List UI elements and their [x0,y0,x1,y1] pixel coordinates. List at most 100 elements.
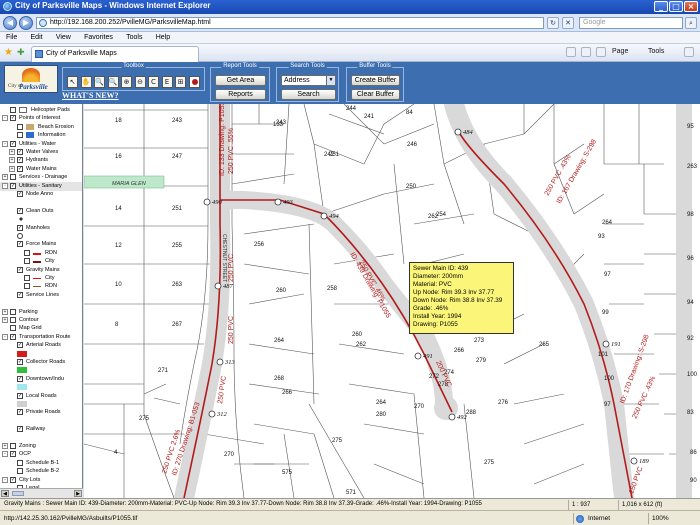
add-favorite-icon[interactable]: ✚ [17,48,25,58]
expand-icon[interactable]: + [9,165,15,172]
favorites-star-icon[interactable]: ★ [4,48,13,58]
reports-button[interactable]: Reports [215,89,266,100]
layer-checkbox[interactable] [10,308,16,315]
menu-view[interactable]: View [50,32,76,41]
layer-checkbox[interactable] [17,266,23,273]
search-icon[interactable]: ⌕ [685,17,697,29]
search-button[interactable]: Search [281,89,336,100]
zoom-window-icon[interactable]: ⊕ [121,76,132,88]
layer-checkbox[interactable] [10,451,16,458]
layer-checkbox[interactable] [17,224,23,231]
layer-checkbox[interactable] [24,275,30,281]
manhole-icon[interactable] [630,457,638,465]
menu-help[interactable]: Help [150,32,175,41]
layer-checkbox[interactable] [17,165,23,172]
manhole-icon[interactable] [448,413,456,421]
home-icon[interactable] [566,47,576,57]
manhole-icon[interactable] [208,410,216,418]
manhole-icon[interactable] [274,198,282,206]
layer-panel-scrollbar[interactable]: ◀ ▶ [0,488,83,498]
chevron-down-icon[interactable]: ▼ [326,76,335,85]
layer-checkbox[interactable] [10,317,16,323]
expand-icon[interactable]: + [9,149,15,155]
layer-checkbox[interactable] [24,283,30,290]
layer-checkbox[interactable] [17,342,23,349]
layer-checkbox[interactable] [24,258,30,265]
layer-checkbox[interactable] [17,409,23,416]
layer-checkbox[interactable] [17,157,23,164]
layer-checkbox[interactable] [10,443,16,449]
layer-checkbox[interactable] [10,107,16,113]
layer-checkbox[interactable] [10,333,16,340]
pan-icon[interactable]: ✋ [80,76,92,88]
map-canvas[interactable]: 18 24316 24714 25112 25510 2638 26727127541332… [84,104,700,498]
measure-icon[interactable]: E [161,76,173,88]
scroll-left-icon[interactable]: ◀ [1,490,9,497]
expand-icon[interactable]: + [2,308,8,315]
close-window-button[interactable]: × [684,1,698,12]
layer-checkbox[interactable] [10,174,16,181]
get-area-button[interactable]: Get Area [215,75,266,86]
manhole-icon[interactable] [320,212,328,220]
layer-checkbox[interactable] [17,191,23,197]
layer-checkbox[interactable] [17,426,23,433]
layer-checkbox[interactable] [10,182,16,189]
search-input[interactable]: Google [579,17,683,29]
expand-icon[interactable]: + [2,317,8,323]
layer-checkbox[interactable] [17,241,23,248]
layer-checkbox[interactable] [17,375,23,382]
print-icon[interactable] [596,47,606,57]
map-view[interactable]: 18 243 16 247 14 251 12 255 10 263 8 267 271 275 4 133 2… [84,104,700,498]
manhole-icon[interactable] [602,340,610,348]
minimize-button[interactable]: _ [654,1,668,12]
manhole-icon[interactable] [214,282,222,290]
scroll-right-icon[interactable]: ▶ [74,490,82,497]
city-logo[interactable]: City of Parksville [4,65,58,93]
collapse-icon[interactable]: - [2,115,8,122]
help-icon[interactable] [684,47,694,57]
zoom-in-icon[interactable]: 🔍 [94,76,105,88]
layer-checkbox[interactable] [10,140,16,147]
maximize-button[interactable]: □ [669,1,683,12]
expand-icon[interactable]: + [2,443,8,449]
manhole-icon[interactable] [216,358,224,366]
tab-city-maps[interactable]: City of Parksville Maps [31,46,199,62]
expand-icon[interactable]: + [9,157,15,164]
layer-checkbox[interactable] [17,149,23,155]
manhole-icon[interactable] [454,128,462,136]
forward-button[interactable]: ▶ [19,16,33,30]
collapse-icon[interactable]: - [2,333,8,340]
pointer-icon[interactable]: ↖ [67,76,78,88]
magnify-icon[interactable]: ⊖ [134,76,146,88]
expand-icon[interactable]: + [2,174,8,181]
full-extent-icon[interactable]: C [148,76,159,88]
menu-favorites[interactable]: Favorites [78,32,118,41]
layer-checkbox[interactable] [24,249,30,256]
layer-checkbox[interactable] [17,291,23,298]
feeds-icon[interactable] [581,47,591,57]
zoom-out-icon[interactable]: 🔍 [107,76,119,88]
identify-icon[interactable]: ⊞ [175,76,186,88]
manhole-icon[interactable] [203,198,211,206]
record-icon[interactable] [188,76,200,88]
refresh-icon[interactable]: ↻ [547,17,559,29]
layer-checkbox[interactable] [17,359,23,365]
menu-tools[interactable]: Tools [120,32,147,41]
back-button[interactable]: ◀ [3,16,17,30]
clear-buffer-button[interactable]: Clear Buffer [351,89,400,100]
layer-checkbox[interactable] [10,325,16,332]
layer-checkbox[interactable] [17,207,23,214]
tools-menu[interactable]: Tools [648,48,664,55]
layer-checkbox[interactable] [17,132,23,139]
search-type-select[interactable]: Address ▼ [281,75,336,86]
layer-checkbox[interactable] [17,123,23,130]
layer-checkbox[interactable] [17,392,23,399]
layer-checkbox[interactable] [17,459,23,466]
collapse-icon[interactable]: - [2,476,8,483]
menu-edit[interactable]: Edit [25,32,48,41]
url-field[interactable]: http://192.168.200.252/PvilleMG/Parksvil… [36,17,544,29]
manhole-icon[interactable] [414,352,422,360]
zoom-level[interactable]: 100% [648,513,669,524]
layer-checkbox[interactable] [10,115,16,122]
page-menu[interactable]: Page [612,48,628,55]
